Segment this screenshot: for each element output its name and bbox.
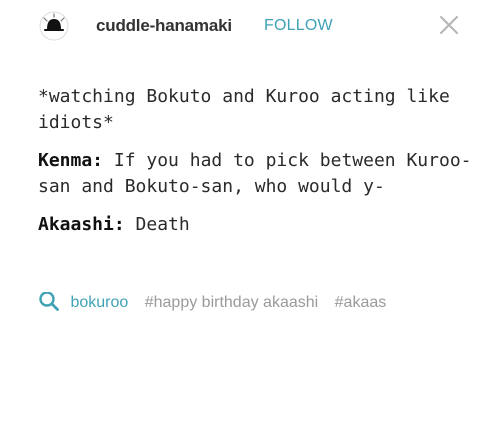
post-body: *watching Bokuto and Kuroo acting like i…: [38, 84, 478, 250]
post-paragraph-kenma: Kenma: If you had to pick between Kuroo-…: [38, 148, 478, 200]
paragraph-text: Death: [124, 214, 190, 235]
tumblr-post: cuddle-hanamaki FOLLOW *watching Bokuto …: [0, 0, 500, 425]
follow-button[interactable]: FOLLOW: [264, 17, 333, 35]
search-icon[interactable]: [38, 292, 60, 312]
post-paragraph-akaashi: Akaashi: Death: [38, 212, 478, 238]
tag-link[interactable]: #akaas: [335, 294, 387, 312]
blog-avatar-icon[interactable]: [38, 10, 70, 42]
paragraph-text: If you had to pick between Kuroo-san and…: [38, 150, 472, 197]
paragraph-text: *watching Bokuto and Kuroo acting like i…: [38, 86, 461, 133]
post-header: cuddle-hanamaki FOLLOW: [38, 8, 468, 44]
blog-username[interactable]: cuddle-hanamaki: [96, 16, 232, 36]
tag-link[interactable]: #happy birthday akaashi: [145, 294, 318, 312]
tag-link[interactable]: bokuroo: [70, 294, 128, 312]
close-icon[interactable]: [438, 14, 460, 36]
tag-overflow-fade: [428, 292, 468, 316]
speaker-label: Akaashi:: [38, 214, 125, 235]
post-tags: bokuroo #happy birthday akaashi #akaas: [38, 292, 468, 316]
post-paragraph-narration: *watching Bokuto and Kuroo acting like i…: [38, 84, 478, 136]
speaker-label: Kenma:: [38, 150, 104, 171]
